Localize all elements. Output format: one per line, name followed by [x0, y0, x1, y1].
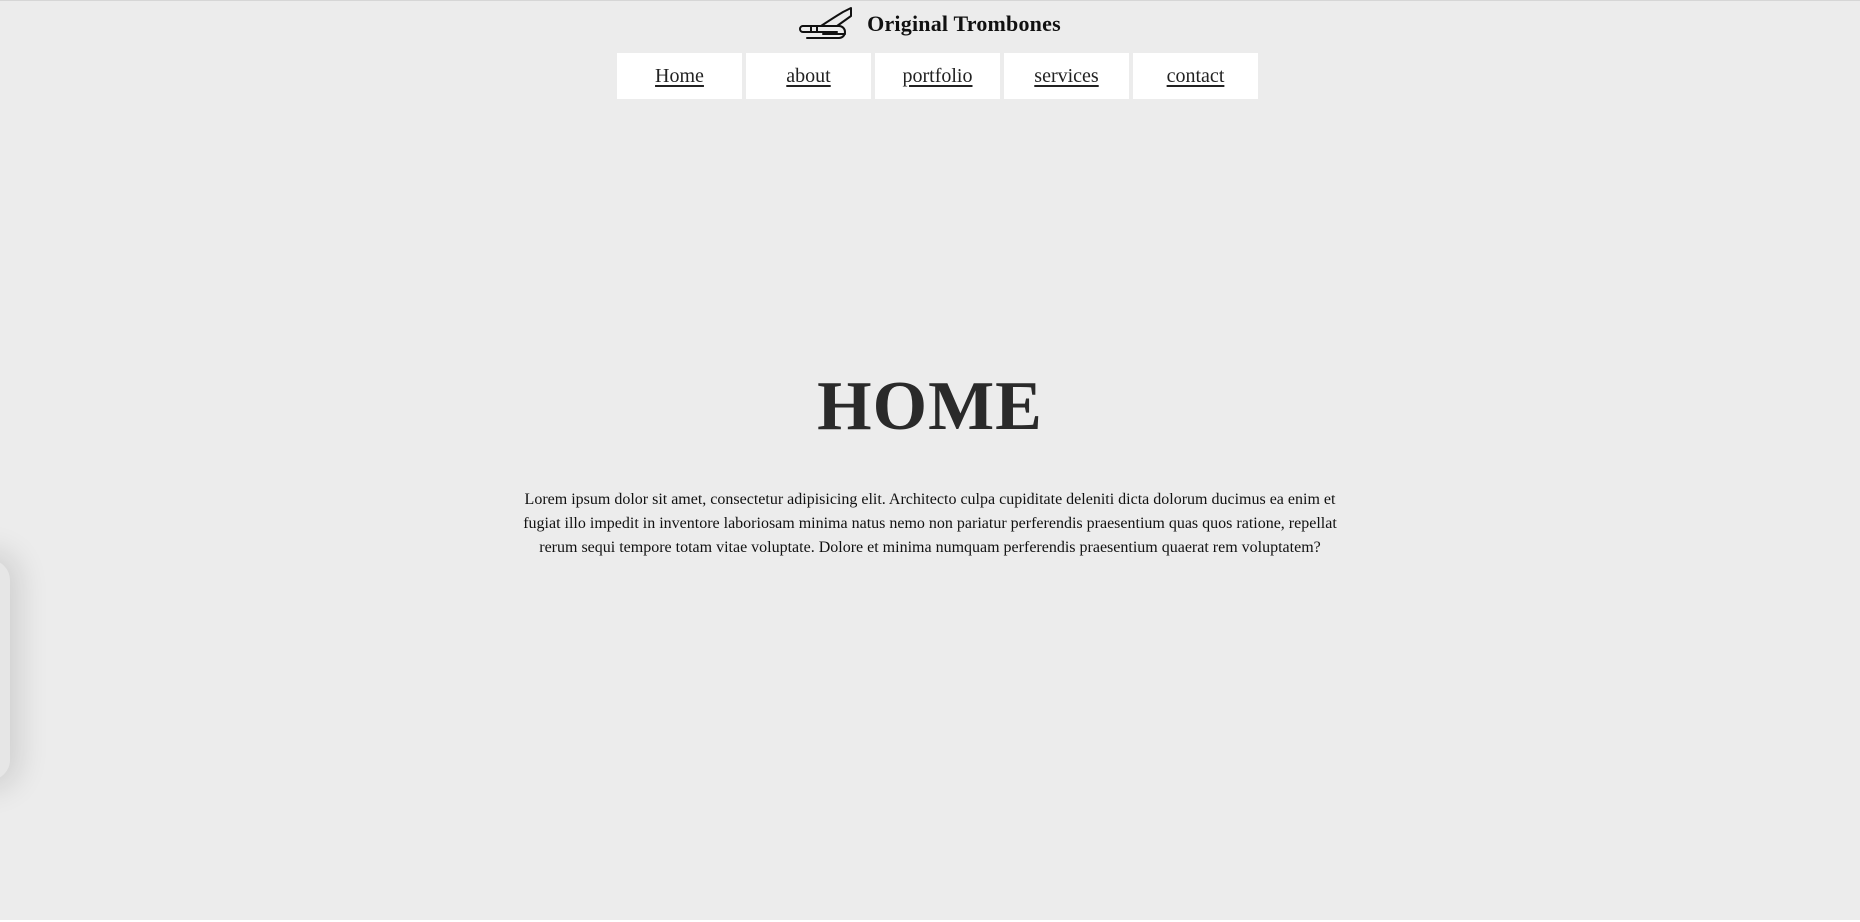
main-nav: Home about portfolio services contact [617, 53, 1258, 99]
nav-item-contact[interactable]: contact [1133, 53, 1258, 99]
nav-item-home[interactable]: Home [617, 53, 742, 99]
hero-paragraph: Lorem ipsum dolor sit amet, consectetur … [523, 491, 1337, 556]
top-rule [0, 0, 1860, 4]
page-title: HOME [817, 368, 1043, 445]
edge-shadow-decoration [0, 560, 10, 780]
site-title[interactable]: Original Trombones [867, 11, 1061, 37]
nav-item-about[interactable]: about [746, 53, 871, 99]
trombone-icon[interactable] [799, 6, 855, 42]
nav-item-portfolio[interactable]: portfolio [875, 53, 1000, 99]
nav-item-services[interactable]: services [1004, 53, 1129, 99]
site-header: Original Trombones [0, 6, 1860, 42]
